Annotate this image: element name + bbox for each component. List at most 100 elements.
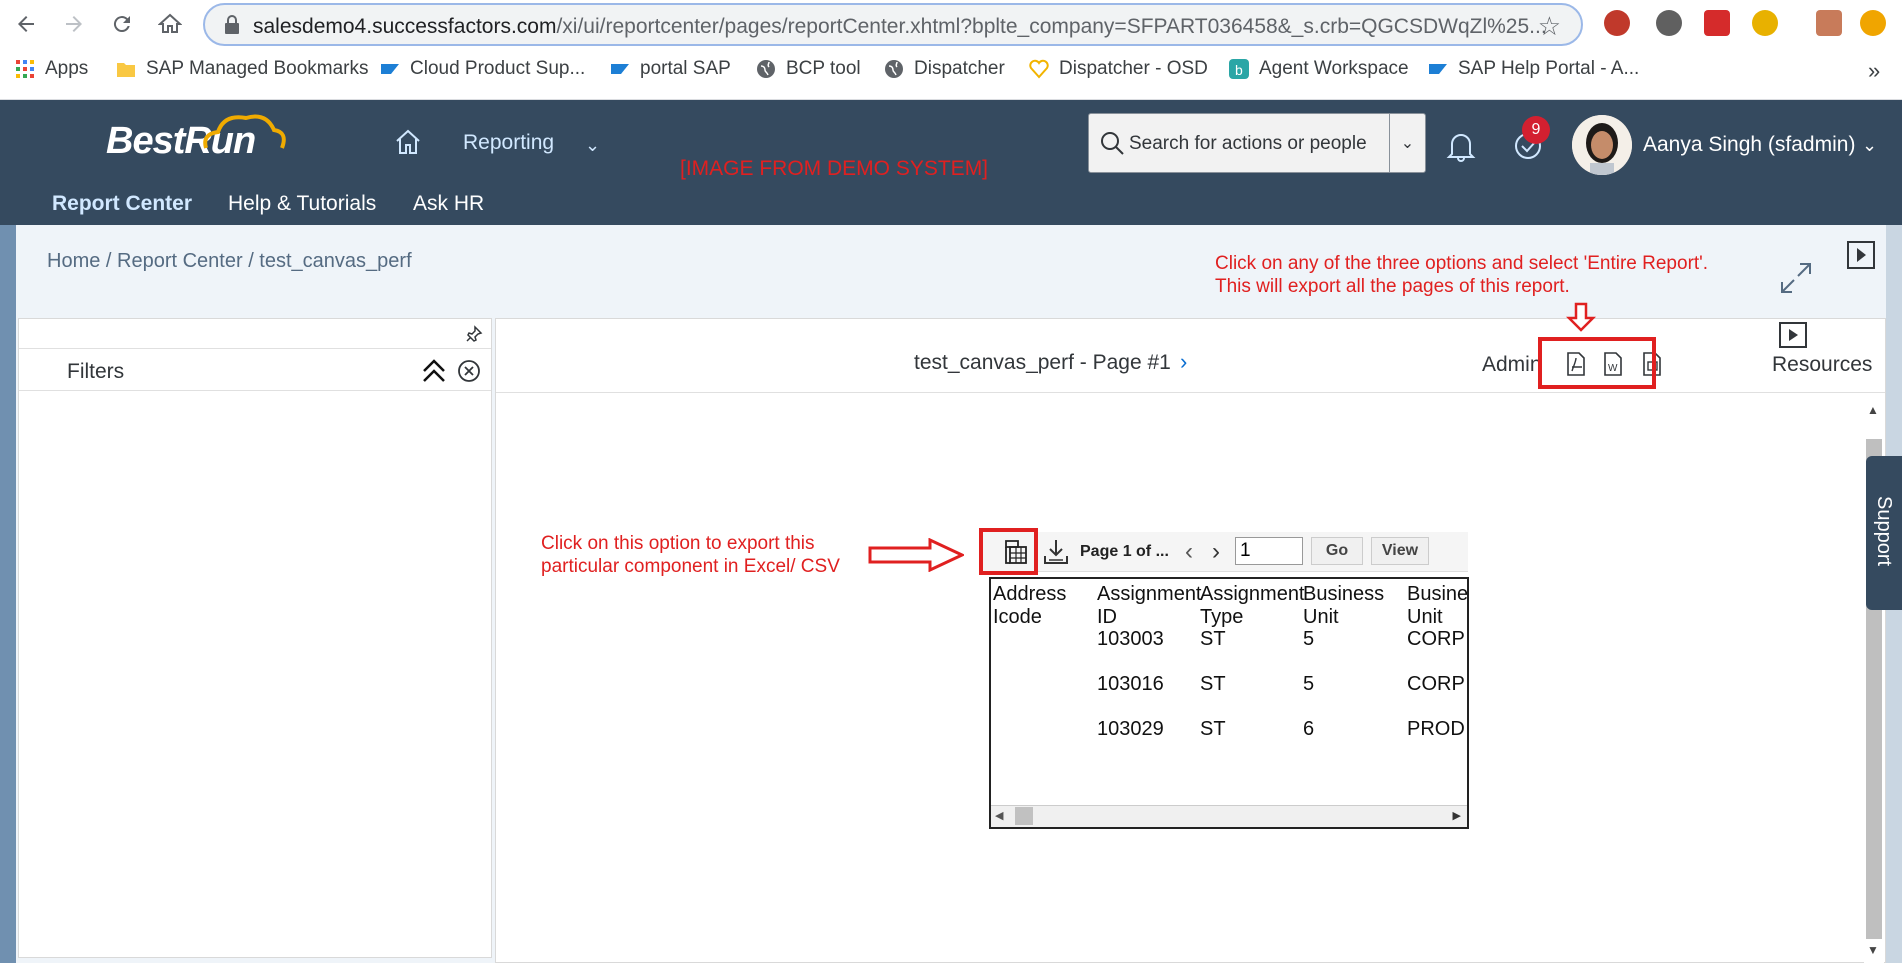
page-number-input[interactable] xyxy=(1235,537,1303,565)
table-cell: CORP xyxy=(1407,673,1465,695)
horizontal-scrollbar[interactable]: ◀ ▶ xyxy=(991,805,1467,827)
forward-icon[interactable] xyxy=(58,8,90,40)
export-options-highlight xyxy=(1538,337,1656,389)
next-page-icon[interactable]: › xyxy=(1180,349,1187,375)
profile-avatar-icon[interactable] xyxy=(1816,10,1842,36)
table-cell: 6 xyxy=(1303,718,1315,740)
url-text: salesdemo4.successfactors.com/xi/ui/repo… xyxy=(253,15,1547,38)
folder-icon xyxy=(117,63,135,77)
filters-panel: Filters xyxy=(18,318,492,958)
table-cell: PROD xyxy=(1407,718,1465,740)
bookmark-star-icon[interactable]: ☆ xyxy=(1538,11,1561,42)
b-icon: b xyxy=(1229,59,1249,79)
sap-icon xyxy=(381,64,399,74)
sap-icon xyxy=(611,64,629,74)
extension-play-icon[interactable] xyxy=(1704,10,1730,36)
breadcrumb[interactable]: Home / Report Center / test_canvas_perf xyxy=(47,250,412,273)
back-icon[interactable] xyxy=(10,8,42,40)
component-export-icon[interactable] xyxy=(1000,537,1030,567)
search-icon xyxy=(1101,132,1124,155)
svg-text:b: b xyxy=(1235,62,1243,78)
fullscreen-icon[interactable] xyxy=(1778,260,1814,296)
column-header-address: Address Icode xyxy=(993,583,1067,628)
bell-icon[interactable] xyxy=(1446,130,1476,162)
tab-help-tutorials[interactable]: Help & Tutorials xyxy=(228,192,376,216)
scroll-up-icon[interactable]: ▲ xyxy=(1867,403,1879,417)
reload-icon[interactable] xyxy=(106,8,138,40)
table-cell: CORP xyxy=(1407,628,1465,650)
extension-orange-icon[interactable] xyxy=(1860,10,1886,36)
scroll-right-icon[interactable]: ▶ xyxy=(1453,809,1461,822)
heart-icon xyxy=(1029,59,1049,79)
pin-icon[interactable] xyxy=(465,325,483,343)
annotation-down-arrow xyxy=(1566,302,1596,332)
table-cell: 5 xyxy=(1303,673,1315,695)
horizontal-scroll-thumb[interactable] xyxy=(1015,807,1033,825)
table-cell: ST xyxy=(1200,718,1226,740)
bookmark-apps[interactable]: Apps xyxy=(15,58,88,80)
table-cell: 5 xyxy=(1303,628,1315,650)
bookmark-sap-managed[interactable]: SAP Managed Bookmarks xyxy=(116,58,369,80)
avatar[interactable] xyxy=(1572,115,1632,175)
scroll-left-icon[interactable]: ◀ xyxy=(995,809,1003,822)
bookmark-dispatcher-osd[interactable]: Dispatcher - OSD xyxy=(1029,58,1208,80)
column-header-assignment-id: Assignment ID xyxy=(1097,583,1202,628)
globe-icon xyxy=(757,60,775,78)
download-icon[interactable] xyxy=(1043,538,1069,566)
filters-title: Filters xyxy=(67,360,125,383)
resources-button[interactable]: Resources xyxy=(1772,353,1872,377)
table-cell: ST xyxy=(1200,628,1226,650)
component-table: Address Icode Assignment ID Assignment Type… xyxy=(989,577,1469,829)
next-page-icon[interactable]: › xyxy=(1212,538,1220,566)
address-bar[interactable]: salesdemo4.successfactors.com/xi/ui/repo… xyxy=(203,3,1583,46)
chevron-down-icon[interactable]: ⌄ xyxy=(1862,135,1877,156)
resources-icon[interactable] xyxy=(1778,321,1808,349)
globe-icon xyxy=(885,60,903,78)
go-button[interactable]: Go xyxy=(1311,537,1363,565)
home-browser-icon[interactable] xyxy=(154,8,186,40)
collapse-up-icon[interactable] xyxy=(421,357,447,385)
clear-filter-icon[interactable] xyxy=(457,359,481,383)
tab-ask-hr[interactable]: Ask HR xyxy=(413,192,484,216)
report-header: test_canvas_perf - Page #1 › W Admin Res… xyxy=(496,319,1885,393)
table-cell: 103016 xyxy=(1097,673,1164,695)
user-name[interactable]: Aanya Singh (sfadmin) xyxy=(1643,133,1855,157)
search-dropdown-icon[interactable]: ⌄ xyxy=(1389,114,1425,172)
more-bookmarks-icon[interactable]: » xyxy=(1868,58,1880,84)
view-button[interactable]: View xyxy=(1371,537,1429,565)
home-icon[interactable] xyxy=(393,127,423,157)
table-cell: ST xyxy=(1200,673,1226,695)
apps-grid-icon xyxy=(16,60,34,78)
panel-toggle-icon[interactable] xyxy=(1846,240,1876,270)
extension-train-icon[interactable] xyxy=(1604,10,1630,36)
tab-report-center[interactable]: Report Center xyxy=(52,192,192,216)
bookmark-sap-help[interactable]: SAP Help Portal - A... xyxy=(1428,58,1639,80)
browser-toolbar: salesdemo4.successfactors.com/xi/ui/repo… xyxy=(0,0,1902,100)
reporting-menu[interactable]: Reporting xyxy=(463,131,554,155)
extension-circle-icon[interactable] xyxy=(1656,10,1682,36)
scroll-down-icon[interactable]: ▼ xyxy=(1867,943,1879,957)
bookmark-agent-workspace[interactable]: b Agent Workspace xyxy=(1229,58,1409,80)
annotation-left-line1: Click on this option to export this xyxy=(541,533,815,554)
chevron-down-icon[interactable]: ⌄ xyxy=(585,135,600,156)
annotation-top-line1: Click on any of the three options and se… xyxy=(1215,253,1709,274)
bookmark-cloud-product[interactable]: Cloud Product Sup... xyxy=(380,58,585,80)
search-placeholder: Search for actions or people xyxy=(1129,133,1367,154)
prev-page-icon[interactable]: ‹ xyxy=(1185,538,1193,566)
annotation-top-line2: This will export all the pages of this r… xyxy=(1215,276,1570,297)
bookmark-dispatcher[interactable]: Dispatcher xyxy=(884,58,1005,80)
sap-icon xyxy=(1429,64,1447,74)
bookmark-bcp-tool[interactable]: BCP tool xyxy=(756,58,861,80)
bookmark-portal-sap[interactable]: portal SAP xyxy=(610,58,731,80)
table-cell: 103003 xyxy=(1097,628,1164,650)
column-header-business-unit-2: Busine Unit xyxy=(1407,583,1469,628)
search-input[interactable]: Search for actions or people ⌄ xyxy=(1088,113,1426,173)
support-tab[interactable]: Support xyxy=(1866,456,1902,610)
admin-button[interactable]: Admin xyxy=(1482,353,1542,377)
report-title: test_canvas_perf - Page #1 xyxy=(914,351,1171,374)
page-indicator: Page 1 of ... xyxy=(1080,543,1169,560)
extension-search-icon[interactable] xyxy=(1752,10,1778,36)
lock-icon xyxy=(225,15,239,34)
filters-toolbar xyxy=(19,319,491,349)
column-header-assignment-type: Assignment Type xyxy=(1200,583,1305,628)
